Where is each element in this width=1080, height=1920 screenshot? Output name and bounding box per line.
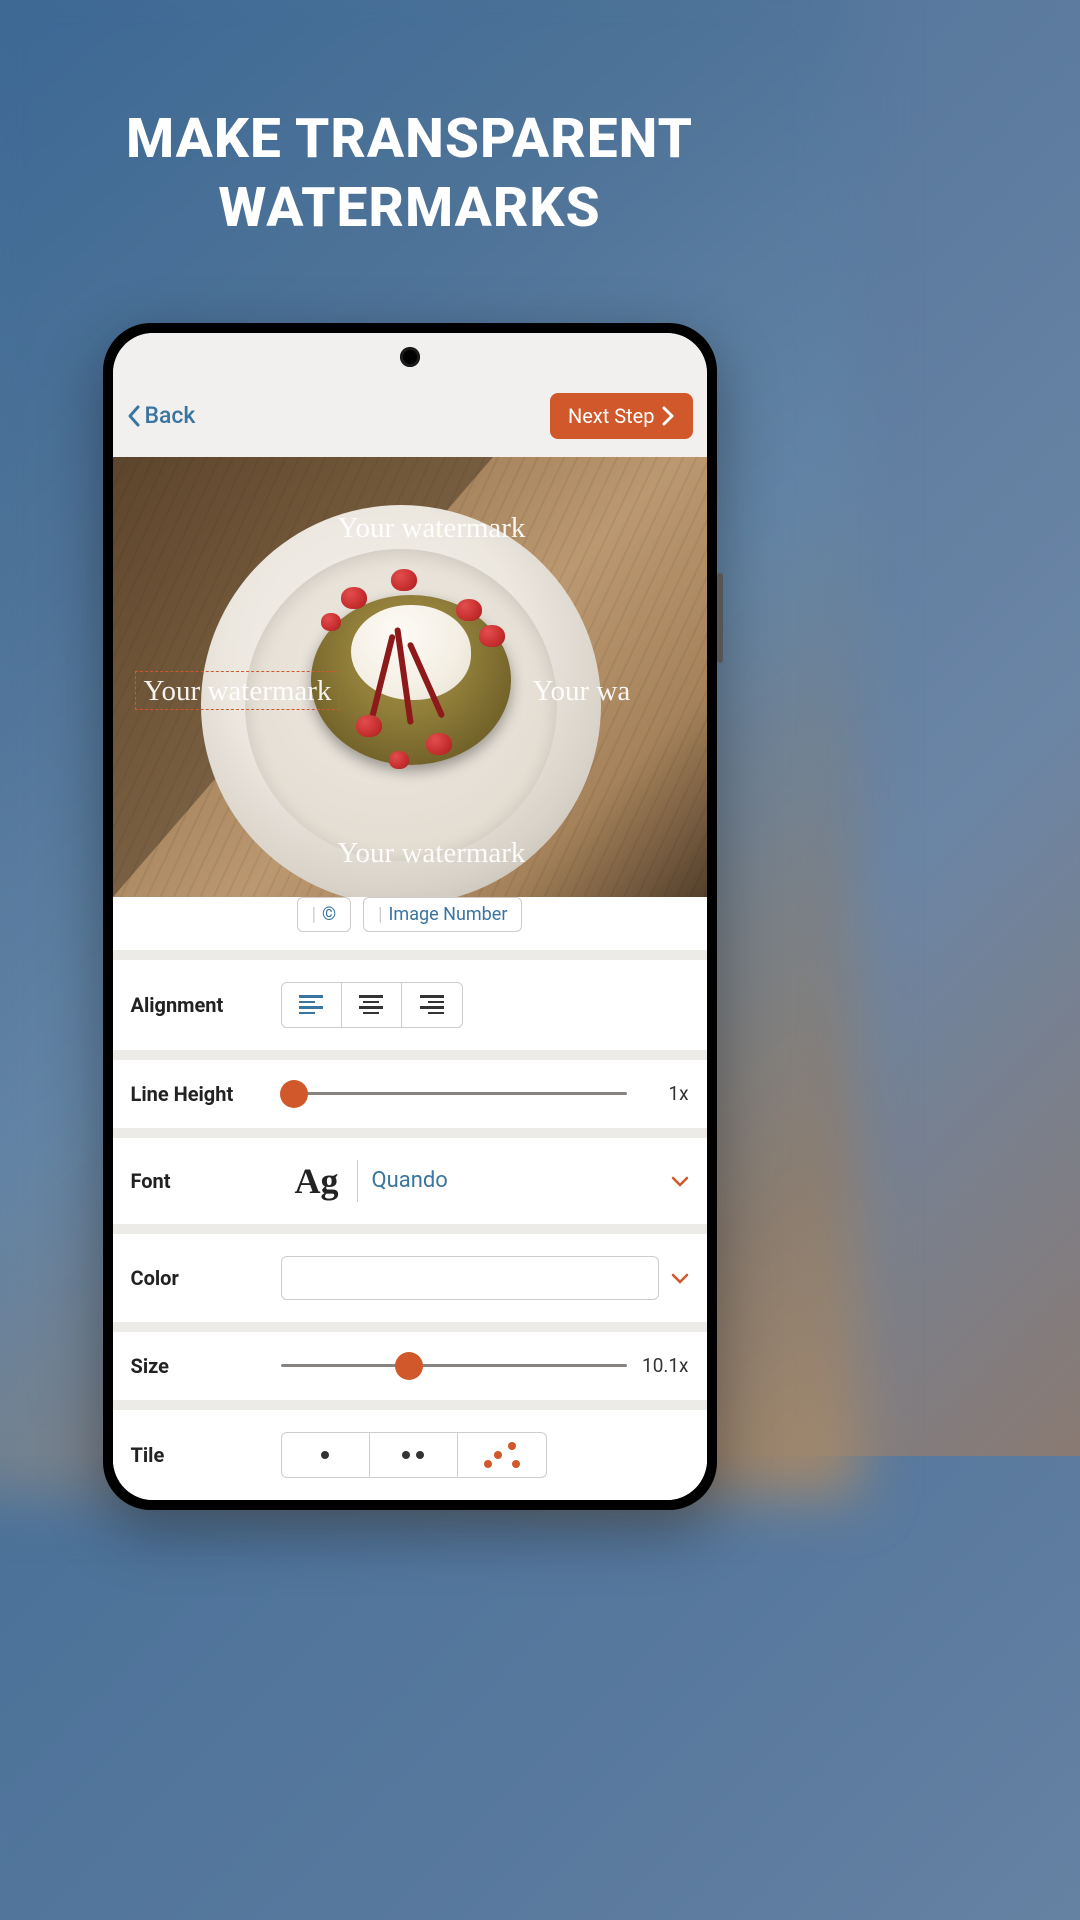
line-height-row: Line Height 1x <box>113 1050 707 1128</box>
back-button[interactable]: Back <box>127 402 196 429</box>
watermark-tile: Your watermark <box>338 837 526 870</box>
insert-row: |© |Image Number <box>113 897 707 950</box>
align-center-button[interactable] <box>342 983 402 1027</box>
font-select[interactable]: Quando <box>372 1168 657 1193</box>
align-right-button[interactable] <box>402 983 462 1027</box>
align-left-button[interactable] <box>282 983 342 1027</box>
tile-double-button[interactable] <box>370 1433 458 1477</box>
watermark-tile: Your watermark <box>338 512 526 545</box>
chevron-down-icon[interactable] <box>671 1266 689 1290</box>
tile-label: Tile <box>131 1443 281 1467</box>
size-slider[interactable] <box>281 1364 627 1367</box>
tile-diagonal-button[interactable] <box>458 1433 546 1477</box>
back-label: Back <box>145 402 196 429</box>
slider-thumb[interactable] <box>280 1080 308 1108</box>
color-label: Color <box>131 1266 281 1290</box>
next-label: Next Step <box>568 404 655 428</box>
line-height-slider[interactable] <box>281 1092 627 1095</box>
alignment-row: Alignment <box>113 950 707 1050</box>
chevron-left-icon <box>127 405 141 427</box>
slider-thumb[interactable] <box>395 1352 423 1380</box>
camera-cutout <box>400 347 420 367</box>
size-row: Size 10.1x <box>113 1322 707 1400</box>
image-number-insert-button[interactable]: |Image Number <box>363 897 522 932</box>
font-label: Font <box>131 1169 281 1193</box>
font-row: Font Ag Quando <box>113 1128 707 1224</box>
tile-row: Tile <box>113 1400 707 1500</box>
tile-group <box>281 1432 547 1478</box>
watermark-selected[interactable]: Your watermark <box>135 671 341 710</box>
image-preview[interactable]: rmark Your watermark Your watermark Your… <box>113 457 707 897</box>
alignment-label: Alignment <box>131 993 281 1017</box>
line-height-label: Line Height <box>131 1082 281 1106</box>
alignment-group <box>281 982 463 1028</box>
chevron-right-icon <box>661 406 675 426</box>
chevron-down-icon[interactable] <box>671 1169 689 1193</box>
font-preview-glyph: Ag <box>295 1160 358 1202</box>
line-height-value: 1x <box>641 1082 689 1105</box>
color-swatch[interactable] <box>281 1256 659 1300</box>
phone-mockup: Back Next Step <box>103 323 717 1510</box>
size-label: Size <box>131 1354 281 1378</box>
promo-title: MAKE TRANSPARENT WATERMARKS <box>0 105 819 243</box>
tile-single-button[interactable] <box>282 1433 370 1477</box>
next-step-button[interactable]: Next Step <box>550 393 693 439</box>
size-value: 10.1x <box>641 1354 689 1377</box>
color-row: Color <box>113 1224 707 1322</box>
copyright-insert-button[interactable]: |© <box>297 897 352 932</box>
watermark-tile: Your wa <box>533 675 631 708</box>
